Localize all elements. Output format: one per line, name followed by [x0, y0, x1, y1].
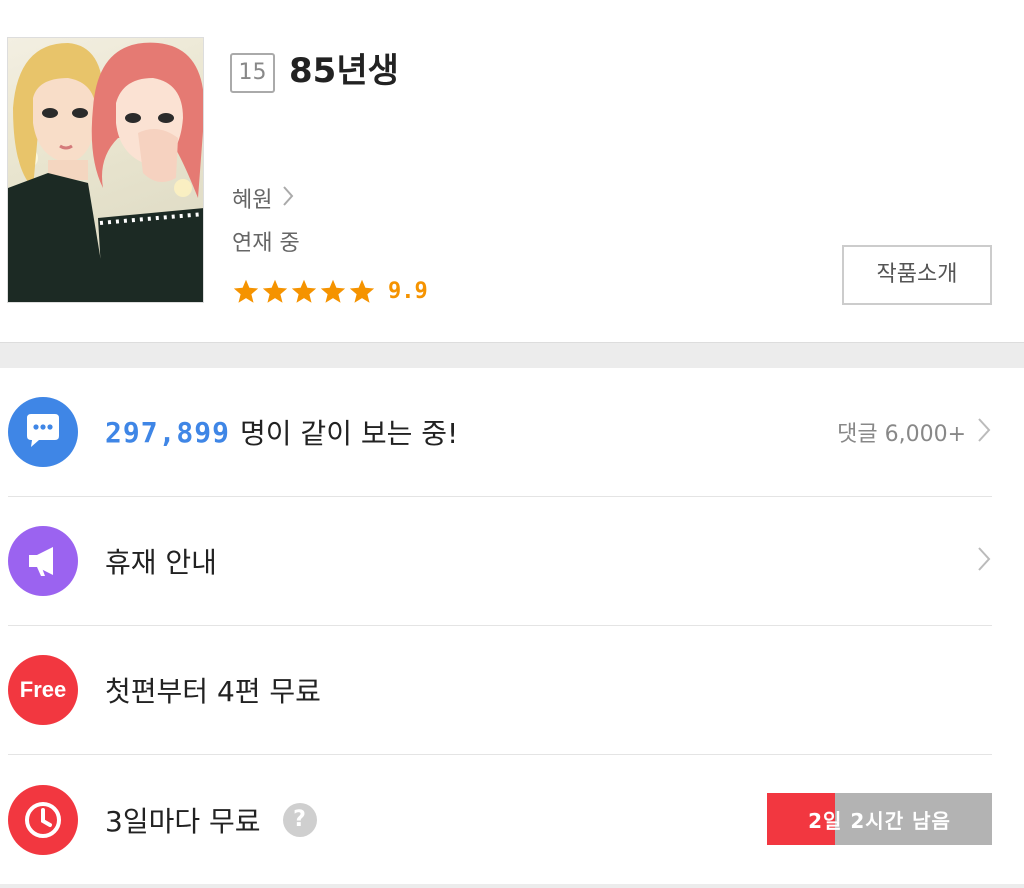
help-icon[interactable]: ?	[282, 802, 317, 837]
viewer-label: 명이 같이 보는 중!	[240, 417, 459, 450]
megaphone-icon	[8, 526, 78, 596]
chevron-right-icon	[282, 185, 294, 217]
free-badge-text: Free	[19, 677, 67, 702]
wait-free-text: 3일마다 무료 ?	[105, 800, 317, 840]
hiatus-chevron	[976, 497, 992, 625]
work-header: 15 85년생 혜원 연재 중 9.9 작품소개	[0, 0, 1024, 342]
timer-text: 2일 2시간 남음	[808, 808, 951, 833]
author-name: 혜원	[232, 188, 273, 213]
age-rating-badge: 15	[230, 53, 275, 93]
cover-illustration	[8, 42, 203, 302]
comment-count: 댓글 6,000+	[837, 422, 966, 447]
rating: 9.9	[232, 274, 428, 308]
free-badge-icon: Free	[8, 655, 78, 725]
bottom-divider	[0, 884, 1024, 888]
cover-image[interactable]	[7, 37, 204, 303]
wait-free-row: 3일마다 무료 ? 2일 2시간 남음	[8, 755, 992, 884]
info-list: 297,899 명이 같이 보는 중! 댓글 6,000+ 휴재 안내 Free	[0, 368, 1024, 884]
comments-link[interactable]: 댓글 6,000+	[837, 368, 992, 496]
viewers-row[interactable]: 297,899 명이 같이 보는 중! 댓글 6,000+	[8, 368, 992, 497]
free-episodes-row: Free 첫편부터 4편 무료	[8, 626, 992, 755]
clock-icon	[8, 784, 78, 855]
chevron-right-icon	[976, 416, 992, 448]
star-icon	[262, 279, 288, 303]
work-intro-button[interactable]: 작품소개	[842, 245, 992, 305]
free-episodes-label: 첫편부터 4편 무료	[105, 675, 321, 708]
star-icon	[320, 279, 346, 303]
wait-free-timer: 2일 2시간 남음	[767, 793, 992, 845]
viewer-count: 297,899	[105, 415, 231, 449]
chat-bubble-icon	[8, 397, 78, 467]
section-divider	[0, 342, 1024, 368]
star-icon	[291, 279, 317, 303]
chevron-right-icon	[976, 545, 992, 577]
wait-free-label: 3일마다 무료	[105, 804, 261, 838]
author-link[interactable]: 혜원	[232, 185, 294, 217]
rating-stars	[232, 278, 376, 305]
viewers-text: 297,899 명이 같이 보는 중!	[105, 412, 458, 452]
serialization-status: 연재 중	[232, 231, 300, 256]
star-icon	[349, 279, 375, 303]
rating-value: 9.9	[388, 278, 428, 304]
hiatus-label: 휴재 안내	[105, 546, 217, 579]
star-icon	[233, 279, 259, 303]
work-title: 85년생	[289, 51, 399, 91]
hiatus-notice-row[interactable]: 휴재 안내	[8, 497, 992, 626]
